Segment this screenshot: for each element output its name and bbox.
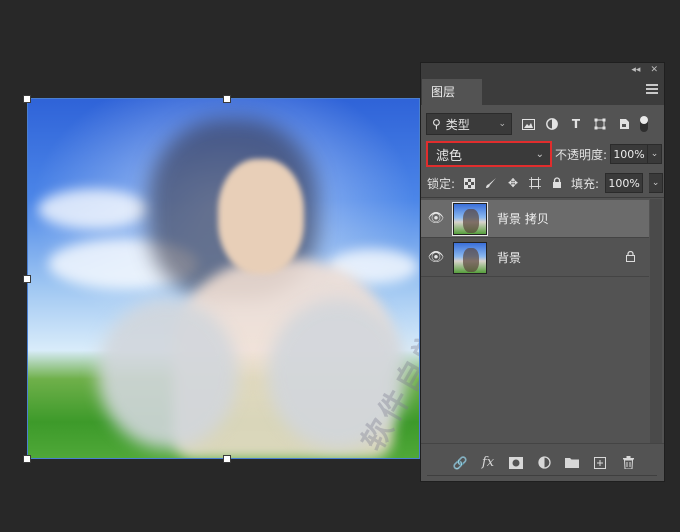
resize-grip[interactable] xyxy=(427,475,657,479)
lock-all-icon[interactable] xyxy=(549,175,565,191)
chevron-down-icon[interactable]: ⌄ xyxy=(649,173,664,193)
transform-handle-bottom[interactable] xyxy=(223,455,231,463)
search-icon: ⚲ xyxy=(432,117,441,131)
layer-thumbnail xyxy=(453,241,487,274)
shape-filter-icon[interactable] xyxy=(592,116,608,132)
panel-tab-bar: 图层 xyxy=(421,77,664,105)
layer-thumbnail xyxy=(452,201,488,236)
blend-mode-value: 滤色 xyxy=(436,148,463,164)
trash-icon[interactable] xyxy=(620,455,636,471)
fill-label: 填充: xyxy=(571,176,600,191)
divider xyxy=(421,197,664,198)
close-icon[interactable]: ✕ xyxy=(650,65,658,75)
transform-handle-left[interactable] xyxy=(23,275,31,283)
new-layer-icon[interactable] xyxy=(592,455,608,471)
smart-object-filter-icon[interactable] xyxy=(616,116,632,132)
chevron-down-icon: ⌄ xyxy=(498,119,506,129)
adjustment-layer-icon[interactable] xyxy=(536,455,552,471)
filter-row: ⚲ 类型 ⌄ T xyxy=(421,113,664,135)
link-layers-icon[interactable]: 🔗 xyxy=(452,455,468,471)
image-filter-icon[interactable] xyxy=(520,116,536,132)
fx-icon[interactable]: fx xyxy=(480,455,496,471)
face-shape xyxy=(218,159,304,274)
opacity-label: 不透明度: xyxy=(555,147,608,162)
lock-pixels-icon[interactable] xyxy=(483,175,499,191)
chevron-down-icon: ⌄ xyxy=(535,148,544,160)
scrollbar[interactable] xyxy=(650,199,662,445)
lock-artboard-icon[interactable] xyxy=(527,175,543,191)
opacity-input[interactable]: 100% xyxy=(610,144,649,164)
kind-filter-label: 类型 xyxy=(445,117,470,132)
kind-filter-select[interactable]: ⚲ 类型 ⌄ xyxy=(426,113,512,135)
chevron-down-icon[interactable]: ⌄ xyxy=(648,144,663,164)
lock-row: 锁定: ✥ 填充: 100% ⌄ xyxy=(421,173,664,193)
lock-position-icon[interactable]: ✥ xyxy=(505,175,521,191)
lock-transparent-icon[interactable] xyxy=(461,175,477,191)
layers-panel: ◂◂ ✕ 图层 ⚲ 类型 ⌄ T 滤色 ⌄ 不透明度: 100% ⌄ 锁定: ✥… xyxy=(420,62,665,482)
adjustment-filter-icon[interactable] xyxy=(544,116,560,132)
tab-layers[interactable]: 图层 xyxy=(422,79,482,105)
transform-handle-top[interactable] xyxy=(223,95,231,103)
filter-toggle[interactable] xyxy=(640,116,648,132)
fill-input[interactable]: 100% xyxy=(605,173,644,193)
layer-row[interactable]: 👁 背景 xyxy=(421,239,649,277)
new-group-icon[interactable] xyxy=(564,455,580,471)
fur-shape xyxy=(98,299,238,449)
blend-row: 滤色 ⌄ 不透明度: 100% ⌄ xyxy=(421,141,664,167)
layer-name[interactable]: 背景 xyxy=(497,249,521,266)
layer-name[interactable]: 背景 拷贝 xyxy=(497,210,549,227)
type-filter-icon[interactable]: T xyxy=(568,116,584,132)
hamburger-icon[interactable] xyxy=(646,84,658,94)
photo-image: 软件自学网 www.rjzxw.com xyxy=(28,99,419,458)
lock-label: 锁定: xyxy=(427,176,456,191)
blend-mode-select[interactable]: 滤色 ⌄ xyxy=(426,141,552,167)
panel-title-bar: ◂◂ ✕ xyxy=(421,63,664,77)
transform-handle-top-left[interactable] xyxy=(23,95,31,103)
document-canvas[interactable]: 软件自学网 www.rjzxw.com xyxy=(27,98,420,459)
transform-handle-bottom-left[interactable] xyxy=(23,455,31,463)
cloud xyxy=(38,189,148,229)
lock-icon[interactable] xyxy=(626,250,635,265)
eye-icon[interactable]: 👁 xyxy=(421,250,451,265)
layer-row[interactable]: 👁 背景 拷贝 xyxy=(421,200,649,238)
layer-mask-icon[interactable] xyxy=(508,455,524,471)
double-chevron-left-icon[interactable]: ◂◂ xyxy=(631,65,640,75)
eye-icon[interactable]: 👁 xyxy=(421,211,451,226)
